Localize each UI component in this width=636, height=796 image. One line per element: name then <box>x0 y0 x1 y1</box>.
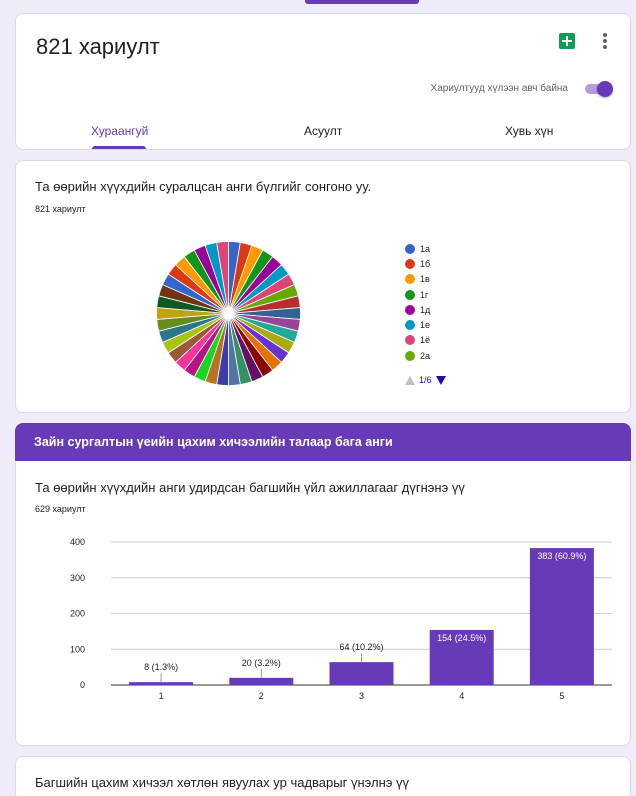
pie-chart-svg <box>156 241 301 386</box>
x-tick-label: 4 <box>459 691 464 701</box>
legend-page-label: 1/6 <box>419 375 432 385</box>
responses-count-title: 821 хариулт <box>36 34 160 59</box>
legend-label: 1б <box>420 258 431 269</box>
legend-swatch <box>405 274 415 285</box>
y-tick-label: 0 <box>80 680 85 690</box>
legend-item: 1а <box>405 241 430 256</box>
question-card-class: Та өөрийн хүүхдийн суралцсан анги бүлгий… <box>15 160 631 413</box>
bar <box>129 682 194 685</box>
x-tick-label: 3 <box>359 691 364 701</box>
legend-label: 2а <box>420 350 431 361</box>
legend-item: 1д <box>405 302 430 317</box>
tab-individual[interactable]: Хувь хүн <box>505 124 553 138</box>
accepting-responses-label: Хариултууд хүлээн авч байна <box>430 83 568 94</box>
legend-item: 2а <box>405 348 430 363</box>
responses-header-card: 821 хариулт Хариултууд хүлээн авч байна … <box>15 13 631 150</box>
bar-value-label: 64 (10.2%) <box>339 642 383 652</box>
bar <box>229 677 294 685</box>
legend-swatch <box>405 258 415 269</box>
more-vert-icon[interactable] <box>595 31 615 51</box>
bar-value-label: 8 (1.3%) <box>144 662 178 672</box>
legend-item: 1в <box>405 272 430 287</box>
sheets-icon[interactable] <box>559 33 575 49</box>
active-tab-indicator <box>92 146 146 149</box>
y-tick-label: 200 <box>70 609 85 619</box>
legend-label: 1г <box>420 289 429 300</box>
legend-next-icon[interactable] <box>435 375 446 385</box>
legend-item: 1ё <box>405 333 430 348</box>
section-header: Зайн сургалтын үеийн цахим хичээлийн тал… <box>15 423 631 461</box>
legend-item: 1б <box>405 256 430 271</box>
toggle-knob <box>597 81 613 97</box>
y-tick-label: 100 <box>70 644 85 654</box>
question-card-rating: Та өөрийн хүүхдийн анги удирдсан багшийн… <box>15 461 631 746</box>
bar-value-label: 154 (24.5%) <box>437 633 486 643</box>
question-title: Багшийн цахим хичээл хөтлөн явуулах ур ч… <box>35 775 409 790</box>
legend-label: 1в <box>420 274 430 285</box>
x-tick-label: 1 <box>159 691 164 701</box>
legend-label: 1д <box>420 304 431 315</box>
question-card-skill: Багшийн цахим хичээл хөтлөн явуулах ур ч… <box>15 756 631 796</box>
section-title: Зайн сургалтын үеийн цахим хичээлийн тал… <box>34 435 393 449</box>
bar-chart: 0 100 200 300 400 8 (1.3%) 1 20 (3.2%) 2 64 (10.2… <box>70 537 612 701</box>
bar <box>529 548 594 685</box>
bar <box>329 662 394 685</box>
legend-label: 1е <box>420 320 431 331</box>
question-title: Та өөрийн хүүхдийн суралцсан анги бүлгий… <box>35 179 372 194</box>
legend-swatch <box>405 320 415 331</box>
y-tick-label: 300 <box>70 573 85 583</box>
legend-label: 1а <box>420 243 431 254</box>
accepting-responses-toggle[interactable] <box>583 81 613 97</box>
legend-swatch <box>405 304 415 315</box>
bar-value-label: 383 (60.9%) <box>537 551 586 561</box>
y-tick-label: 400 <box>70 537 85 547</box>
legend-item: 1е <box>405 317 430 332</box>
top-accent-bar <box>305 0 419 4</box>
tab-questions[interactable]: Асуулт <box>304 124 342 138</box>
legend-swatch <box>405 335 415 346</box>
legend-swatch <box>405 289 415 300</box>
tab-summary[interactable]: Хураангуй <box>91 124 148 138</box>
pie-chart <box>156 241 301 386</box>
legend-label: 1ё <box>420 335 431 346</box>
response-count: 821 хариулт <box>35 204 86 214</box>
legend-swatch <box>405 350 415 361</box>
bar-value-label: 20 (3.2%) <box>242 658 281 668</box>
x-tick-label: 5 <box>559 691 564 701</box>
legend-swatch <box>405 243 415 254</box>
legend-pager: 1/6 <box>405 375 446 385</box>
pie-legend: 1а 1б 1в 1г 1д 1е 1ё 2а <box>405 241 430 363</box>
legend-item: 1г <box>405 287 430 302</box>
legend-prev-icon[interactable] <box>405 375 415 385</box>
x-tick-label: 2 <box>259 691 264 701</box>
